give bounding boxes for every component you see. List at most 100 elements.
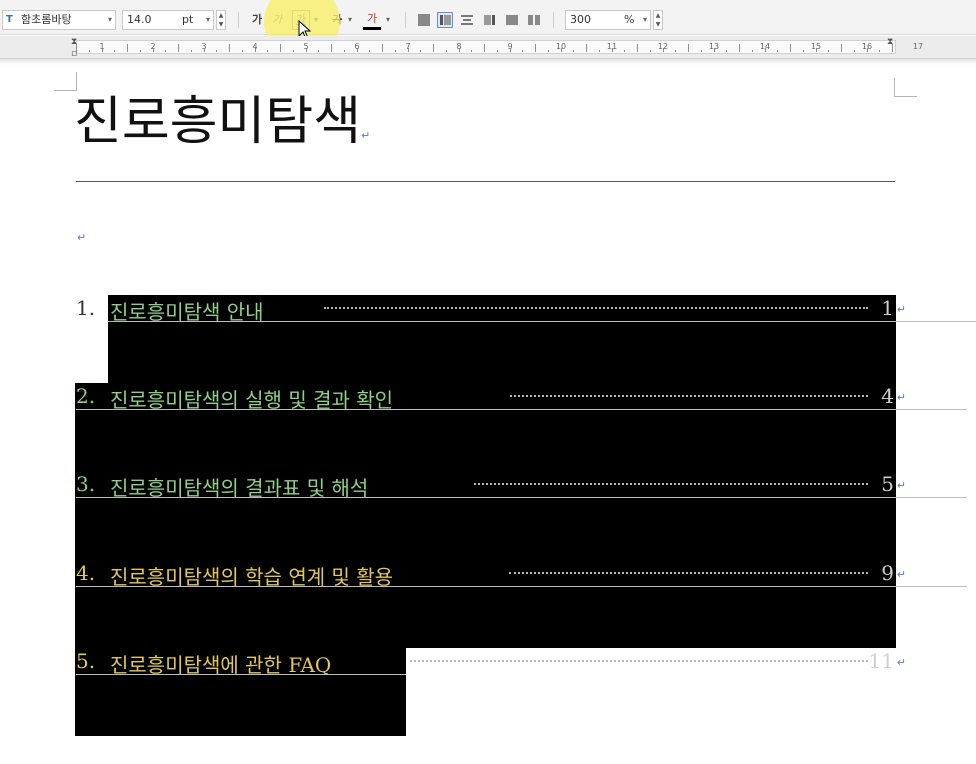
toc-page-number: 1 xyxy=(881,296,894,320)
ruler-number: 11 xyxy=(606,42,618,51)
ruler-tick xyxy=(777,50,779,52)
align-right-icon[interactable] xyxy=(483,13,497,27)
toc-entry-number: 3. xyxy=(76,472,96,496)
document-title-text: 진로흥미탐색 xyxy=(74,92,362,152)
ruler-tick xyxy=(318,50,320,52)
toc-leader-dots xyxy=(509,572,868,574)
ruler-number: 12 xyxy=(657,42,669,51)
zoom-unit: % xyxy=(624,13,635,26)
ruler-tick xyxy=(127,44,128,52)
toc-leader-dots xyxy=(474,483,868,485)
toc-hyperlink-underline xyxy=(76,586,967,587)
ruler-tick xyxy=(394,50,396,52)
toc-entry[interactable]: 4. 진로흥미탐색의 학습 연계 및 활용 9 ↵ xyxy=(76,558,967,589)
ruler-tick xyxy=(624,50,626,52)
ruler-tick xyxy=(700,50,702,52)
toc-entry-number: 5. xyxy=(76,649,96,673)
chevron-down-icon: ▾ xyxy=(642,15,647,24)
ruler-shadow xyxy=(0,59,976,65)
font-type-icon: T xyxy=(6,14,13,25)
toc-page-number: 9 xyxy=(881,561,894,585)
ruler-tick xyxy=(280,44,281,52)
page-corner-mark xyxy=(894,78,917,97)
ruler-tick xyxy=(586,44,587,52)
title-divider xyxy=(76,181,895,182)
ruler-number: 15 xyxy=(810,42,822,51)
toc-page-number: 5 xyxy=(881,472,894,496)
divide-icon[interactable] xyxy=(527,13,541,27)
toc-entry[interactable]: 5. 진로흥미탐색에 관한 FAQ 11 ↵ xyxy=(76,646,906,677)
ruler-tick xyxy=(841,44,842,52)
chevron-down-icon[interactable]: ▾ xyxy=(383,10,393,30)
ruler-tick xyxy=(216,50,218,52)
ruler-number: 8 xyxy=(456,42,462,51)
ruler-tick xyxy=(598,50,600,52)
ruler-tick xyxy=(241,50,243,52)
ruler-number: 13 xyxy=(708,42,720,51)
ruler-tick xyxy=(637,44,638,52)
ruler-tick xyxy=(88,50,90,52)
chevron-down-icon[interactable]: ▾ xyxy=(345,10,355,30)
bold-button[interactable]: 가 xyxy=(249,10,265,30)
ruler-tick xyxy=(649,50,651,52)
ruler-tick xyxy=(496,50,498,52)
align-justify-icon[interactable] xyxy=(417,13,431,27)
zoom-stepper[interactable]: ▲ ▼ xyxy=(653,10,663,30)
toc-entry[interactable]: 3. 진로흥미탐색의 결과표 및 해석 5 ↵ xyxy=(76,469,967,500)
ruler-tick xyxy=(267,50,269,52)
ruler-tick xyxy=(139,50,141,52)
ruler-tick xyxy=(420,50,422,52)
document-title[interactable]: 진로흥미탐색↵ xyxy=(74,88,370,170)
toc-leader-dots xyxy=(510,395,868,397)
ruler-tick xyxy=(522,50,524,52)
toc-entry-number: 2. xyxy=(76,384,96,408)
paragraph-mark: ↵ xyxy=(896,656,906,669)
font-size-dropdown[interactable]: 14.0 pt ▾ xyxy=(122,10,214,30)
paragraph-mark: ↵ xyxy=(896,391,906,404)
ruler-tick xyxy=(165,50,167,52)
distribute-icon[interactable] xyxy=(505,13,519,27)
ruler-tick xyxy=(76,44,77,52)
horizontal-ruler[interactable]: ⧗ ▫ ⧗ 1 2 3 4 5 6 7 8 9 10 11 12 13 14 15 16 17 xyxy=(0,36,976,59)
ruler-tick xyxy=(292,50,294,52)
ruler-number: 3 xyxy=(201,42,207,51)
font-color-button[interactable]: 가 xyxy=(363,10,381,30)
ruler-tick xyxy=(369,50,371,52)
paragraph-mark: ↵ xyxy=(77,231,87,244)
paragraph-mark: ↵ xyxy=(896,568,906,581)
zoom-dropdown[interactable]: 300 % ▾ xyxy=(565,10,651,30)
ruler-tick xyxy=(828,50,830,52)
toc-entry[interactable]: 2. 진로흥미탐색의 실행 및 결과 확인 4 ↵ xyxy=(76,381,967,412)
ruler-tick xyxy=(790,44,791,52)
ruler-tick xyxy=(445,50,447,52)
ruler-number: 6 xyxy=(354,42,360,51)
toolbar-separator xyxy=(238,12,239,28)
align-left-icon[interactable] xyxy=(437,12,453,28)
ruler-tick xyxy=(739,44,740,52)
chevron-down-icon: ▾ xyxy=(205,15,210,24)
ruler-number: 7 xyxy=(405,42,411,51)
ruler-number: 14 xyxy=(759,42,771,51)
selection-region xyxy=(75,383,896,648)
ruler-tick xyxy=(382,44,383,52)
toc-hyperlink-underline xyxy=(76,409,967,410)
ruler-number: 10 xyxy=(555,42,567,51)
ruler-tick xyxy=(331,44,332,52)
toc-entry[interactable]: 1. 진로흥미탐색 안내 1 ↵ xyxy=(76,293,976,324)
ruler-tick xyxy=(190,50,192,52)
ruler-tick xyxy=(343,50,345,52)
font-name-value: 함초롬바탕 xyxy=(21,13,72,26)
toc-entry-number: 1. xyxy=(76,296,96,320)
toc-leader-dots xyxy=(410,660,868,662)
ruler-tick xyxy=(879,50,881,52)
ruler-tick xyxy=(547,50,549,52)
toolbar-separator xyxy=(553,12,554,28)
ruler-tick xyxy=(675,50,677,52)
ruler-tick xyxy=(178,44,179,52)
align-center-icon[interactable] xyxy=(460,13,474,27)
font-name-dropdown[interactable]: T 함초롬바탕 ▾ xyxy=(2,10,116,30)
ruler-tick xyxy=(573,50,575,52)
ruler-tick xyxy=(229,44,230,52)
ruler-tick xyxy=(484,44,485,52)
font-size-stepper[interactable]: ▲ ▼ xyxy=(216,10,226,30)
